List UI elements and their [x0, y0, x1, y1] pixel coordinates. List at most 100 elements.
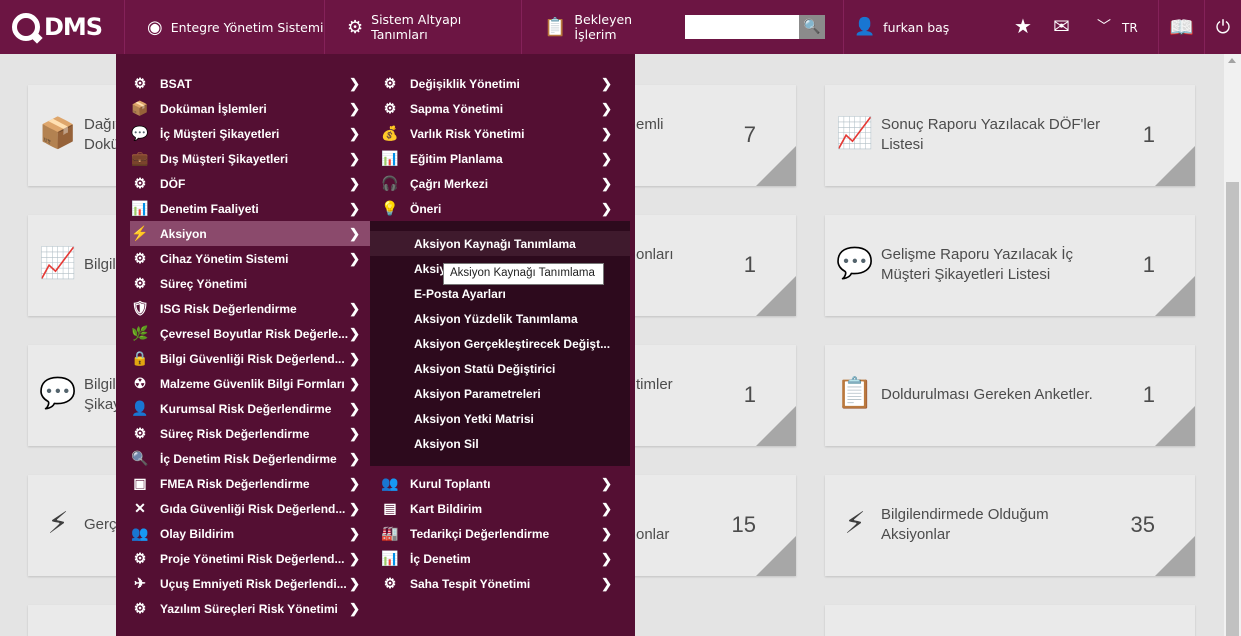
menu-item-olay[interactable]: 👥 Olay Bildirim ❯ — [130, 521, 370, 546]
submenu-item[interactable]: Aksiyon Gerçekleştirecek Değişt... — [370, 331, 630, 356]
menu-item-ucus[interactable]: ✈ Uçuş Emniyeti Risk Değerlendi... ❯ — [130, 571, 370, 596]
dashboard-card[interactable] — [825, 605, 1195, 636]
nav-sistem-altyapi[interactable]: ⚙ Sistem Altyapı Tanımları — [324, 0, 521, 54]
chevron-right-icon: ❯ — [349, 325, 360, 341]
network-icon: ⚙ — [133, 425, 147, 441]
scroll-up-arrow-icon[interactable] — [1228, 58, 1236, 63]
menu-item-dokuman[interactable]: 📦 Doküman İşlemleri ❯ — [130, 96, 370, 121]
menu-item-aksiyon[interactable]: ⚡ Aksiyon ❯ — [130, 221, 370, 246]
menu-item-fmea[interactable]: ▣ FMEA Risk Değerlendirme ❯ — [130, 471, 370, 496]
bolt-gear-icon: ⚡ — [131, 225, 149, 241]
chevron-right-icon: ❯ — [349, 350, 360, 366]
top-bar: DMS ◉ Entegre Yönetim Sistemi ⚙ Sistem A… — [0, 0, 1241, 54]
menu-label: Aksiyon — [160, 226, 207, 241]
clipboard-check-icon: 📋 — [836, 375, 874, 411]
menu-item-kurul[interactable]: 👥 Kurul Toplantı ❯ — [380, 471, 622, 496]
briefcase-icon: 💼 — [131, 150, 149, 166]
bolt-circle-icon: ⚡ — [47, 505, 69, 541]
chat-icon: 💬 — [131, 125, 149, 141]
menu-label: Çevresel Boyutlar Risk Değerle... — [160, 326, 349, 341]
chevron-right-icon: ❯ — [349, 375, 360, 391]
mail-icon[interactable]: ✉ — [1053, 14, 1070, 38]
card-fold — [1155, 536, 1195, 576]
card-count: 35 — [1130, 512, 1155, 537]
logo-text: DMS — [44, 13, 103, 41]
language-selector[interactable]: TR — [1122, 21, 1138, 35]
menu-item-saha[interactable]: ⚙ Saha Tespit Yönetimi ❯ — [380, 571, 622, 596]
menu-item-degisiklik[interactable]: ⚙ Değişiklik Yönetimi ❯ — [380, 71, 622, 96]
menu-item-isg[interactable]: 🛡 ISG Risk Değerlendirme ❯ — [130, 296, 370, 321]
menu-item-surec-risk[interactable]: ⚙ Süreç Risk Değerlendirme ❯ — [130, 421, 370, 446]
menu-label: BSAT — [160, 76, 192, 91]
menu-label: Varlık Risk Yönetimi — [410, 126, 525, 141]
menu-item-varlik[interactable]: 💰 Varlık Risk Yönetimi ❯ — [380, 121, 622, 146]
menu-item-cihaz[interactable]: ⚙ Cihaz Yönetim Sistemi ❯ — [130, 246, 370, 271]
chevron-down-icon[interactable]: ﹀ — [1097, 16, 1111, 36]
chevron-right-icon: ❯ — [349, 550, 360, 566]
book-icon[interactable]: 📖 — [1158, 0, 1204, 54]
nav-entegre-yonetim[interactable]: ◉ Entegre Yönetim Sistemi — [124, 0, 324, 54]
user-menu[interactable]: 👤 furkan baş — [843, 0, 1003, 54]
menu-label: Saha Tespit Yönetimi — [410, 576, 531, 591]
card-title: Bilgilendirmede Olduğum Aksiyonlar — [881, 506, 1049, 543]
chevron-right-icon: ❯ — [349, 75, 360, 91]
menu-item-bilgi-guvenligi[interactable]: 🔒 Bilgi Güvenliği Risk Değerlend... ❯ — [130, 346, 370, 371]
nav-label: Sistem Altyapı Tanımları — [371, 12, 462, 42]
menu-item-yazilim[interactable]: ⚙ Yazılım Süreçleri Risk Yönetimi ❯ — [130, 596, 370, 621]
gear-icon: ⚙ — [347, 16, 364, 38]
menu-label: Proje Yönetimi Risk Değerlend... — [160, 551, 345, 566]
menu-label: FMEA Risk Değerlendirme — [160, 476, 310, 491]
qdms-logo[interactable]: DMS — [12, 10, 103, 44]
menu-item-gida[interactable]: ✕ Gıda Güvenliği Risk Değerlend... ❯ — [130, 496, 370, 521]
box-icon: 📦 — [39, 115, 77, 151]
nav-bekleyen-islerim[interactable]: 📋 Bekleyen İşlerim — [521, 0, 677, 54]
submenu-item[interactable]: Aksiyon Yüzdelik Tanımlama — [370, 306, 630, 331]
chevron-right-icon: ❯ — [601, 525, 612, 541]
dashboard-card[interactable]: 📋 Doldurulması Gereken Anketler. 1 — [825, 345, 1195, 446]
menu-item-oneri[interactable]: 💡 Öneri ❯ — [380, 196, 622, 221]
menu-item-ic-musteri[interactable]: 💬 İç Müşteri Şikayetleri ❯ — [130, 121, 370, 146]
menu-item-tedarikci[interactable]: 🏭 Tedarikçi Değerlendirme ❯ — [380, 521, 622, 546]
menu-item-proje[interactable]: ⚙ Proje Yönetimi Risk Değerlend... ❯ — [130, 546, 370, 571]
menu-item-kurumsal[interactable]: 👤 Kurumsal Risk Değerlendirme ❯ — [130, 396, 370, 421]
submenu-item[interactable]: Aksiyon Statü Değiştirici — [370, 356, 630, 381]
menu-item-denetim[interactable]: 📊 Denetim Faaliyeti ❯ — [130, 196, 370, 221]
submenu-item[interactable]: Aksiyon Yetki Matrisi — [370, 406, 630, 431]
scrollbar[interactable] — [1224, 54, 1241, 636]
menu-label: Süreç Yönetimi — [160, 276, 248, 291]
radiation-icon: ☢ — [133, 375, 147, 391]
chevron-right-icon: ❯ — [349, 175, 360, 191]
menu-item-cevresel[interactable]: 🌿 Çevresel Boyutlar Risk Değerle... ❯ — [130, 321, 370, 346]
submenu-item[interactable]: Aksiyon Kaynağı Tanımlama — [370, 231, 630, 256]
menu-item-sapma[interactable]: ⚙ Sapma Yönetimi ❯ — [380, 96, 622, 121]
star-icon[interactable]: ★ — [1014, 14, 1032, 38]
menu-item-cagri[interactable]: 🎧 Çağrı Merkezi ❯ — [380, 171, 622, 196]
dashboard-card[interactable]: 💬 Gelişme Raporu Yazılacak İç Müşteri Şi… — [825, 215, 1195, 316]
power-icon[interactable]: ⏻ — [1204, 0, 1241, 54]
menu-item-dof[interactable]: ⚙ DÖF ❯ — [130, 171, 370, 196]
menu-label: Çağrı Merkezi — [410, 176, 489, 191]
card-fold — [756, 406, 796, 446]
menu-label: Cihaz Yönetim Sistemi — [160, 251, 289, 266]
airplane-icon: ✈ — [134, 575, 146, 591]
search-input[interactable] — [685, 15, 799, 39]
menu-item-ic-denetim[interactable]: 📊 İç Denetim ❯ — [380, 546, 622, 571]
scroll-thumb[interactable] — [1226, 182, 1239, 636]
card-title: timler — [636, 376, 673, 393]
submenu-item[interactable]: Aksiyon Parametreleri — [370, 381, 630, 406]
dashboard-card[interactable]: 📈 Sonuç Raporu Yazılacak DÖF'ler Listesi… — [825, 85, 1195, 186]
menu-item-surec[interactable]: ⚙ Süreç Yönetimi — [130, 271, 370, 296]
box-icon: 📦 — [131, 100, 149, 116]
menu-item-dis-musteri[interactable]: 💼 Dış Müşteri Şikayetleri ❯ — [130, 146, 370, 171]
chevron-right-icon: ❯ — [601, 150, 612, 166]
menu-item-egitim[interactable]: 📊 Eğitim Planlama ❯ — [380, 146, 622, 171]
menu-item-bsat[interactable]: ⚙ BSAT ❯ — [130, 71, 370, 96]
chevron-right-icon: ❯ — [601, 75, 612, 91]
menu-label: Kurul Toplantı — [410, 476, 491, 491]
search-button[interactable]: 🔍 — [799, 15, 825, 39]
submenu-item[interactable]: Aksiyon Sil — [370, 431, 630, 456]
menu-item-malzeme[interactable]: ☢ Malzeme Güvenlik Bilgi Formları ❯ — [130, 371, 370, 396]
menu-item-ic-denetim-risk[interactable]: 🔍 İç Denetim Risk Değerlendirme ❯ — [130, 446, 370, 471]
menu-item-kart[interactable]: ▤ Kart Bildirim ❯ — [380, 496, 622, 521]
dashboard-card[interactable]: ⚡ Bilgilendirmede Olduğum Aksiyonlar 35 — [825, 475, 1195, 576]
